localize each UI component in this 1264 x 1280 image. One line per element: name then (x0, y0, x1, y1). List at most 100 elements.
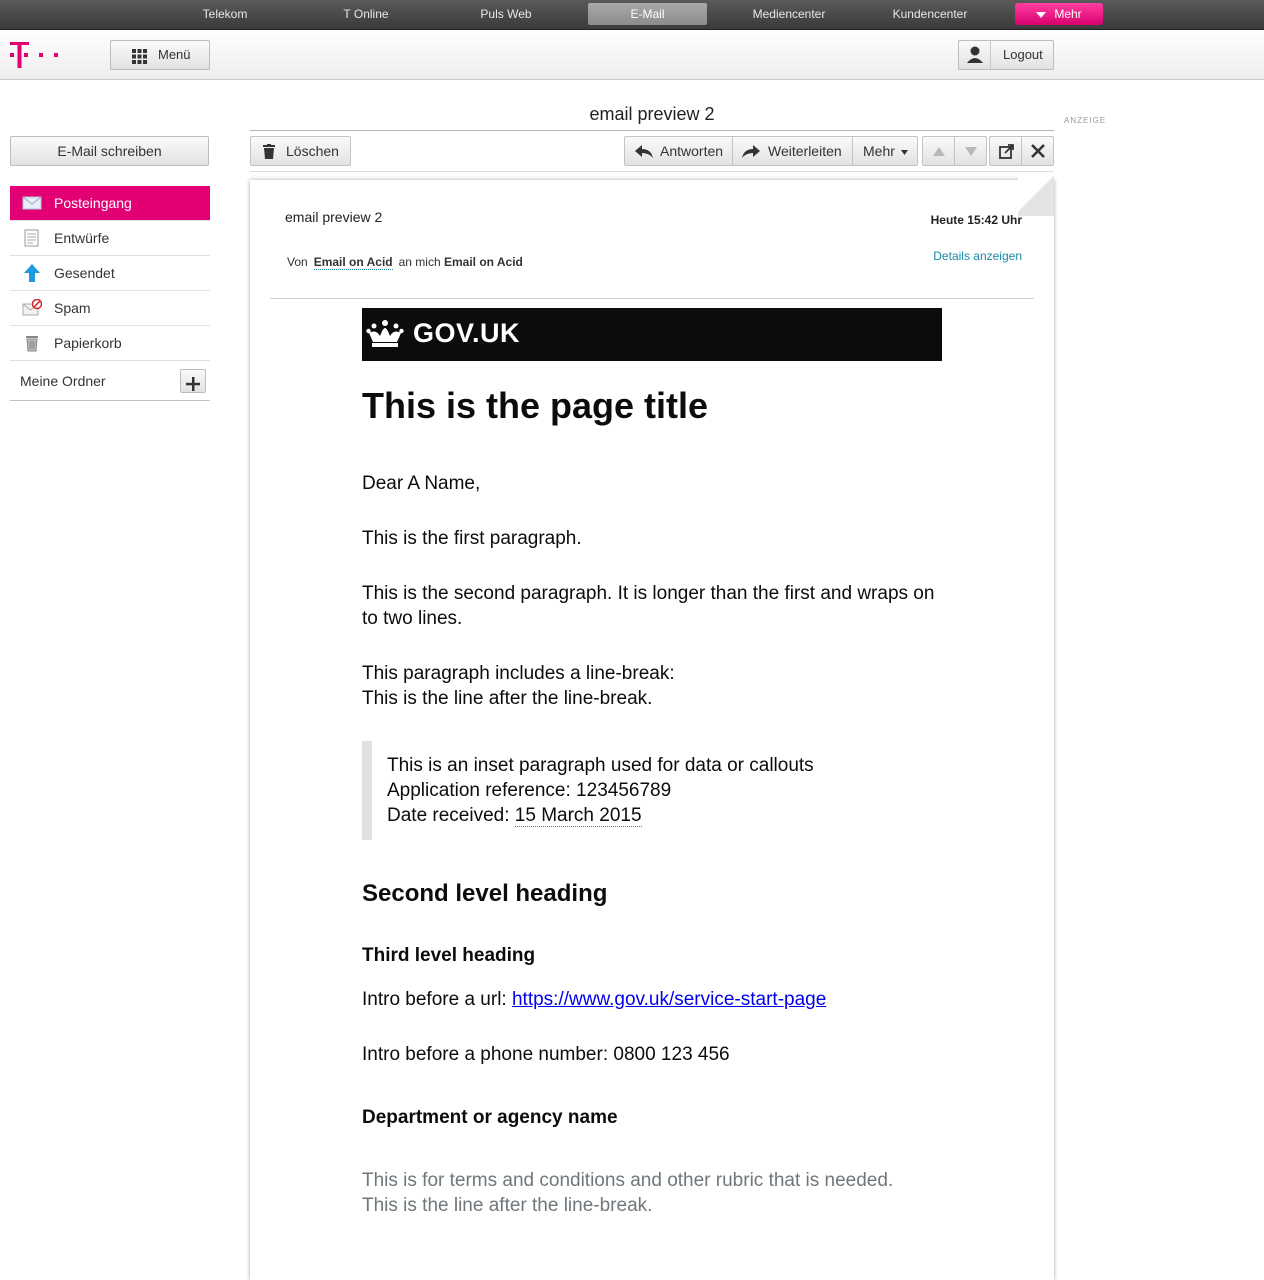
sidebar-item-spam[interactable]: Spam (10, 291, 210, 326)
plus-icon (186, 377, 200, 391)
inset-date-prefix: Date received: (387, 805, 515, 826)
ad-label: ANZEIGE (1064, 116, 1107, 125)
more-button[interactable]: Mehr (852, 136, 918, 166)
delete-button[interactable]: Löschen (250, 136, 351, 166)
sidebar-item-label: Papierkorb (54, 335, 122, 351)
inset-date-link[interactable]: 15 March 2015 (514, 805, 642, 827)
caret-down-icon (901, 150, 908, 155)
service-url-link[interactable]: https://www.gov.uk/service-start-page (512, 989, 826, 1010)
menu-button[interactable]: Menü (110, 40, 210, 70)
recipient-name: Email on Acid (443, 255, 523, 269)
portal-nav-puls-web[interactable]: Puls Web (457, 3, 555, 25)
close-message-button[interactable] (1021, 136, 1054, 166)
header-divider (270, 298, 1034, 299)
govuk-logo-text: GOV.UK (413, 318, 521, 348)
portal-nav-email[interactable]: E-Mail (588, 3, 707, 25)
more-label: Mehr (863, 143, 895, 159)
crown-icon (366, 320, 404, 347)
portal-nav-t-online[interactable]: T Online (317, 3, 415, 25)
caret-down-icon (1036, 11, 1047, 18)
inbox-icon (22, 196, 42, 210)
add-folder-button[interactable] (180, 369, 206, 393)
inset-callout: This is an inset paragraph used for data… (362, 741, 942, 840)
forward-button[interactable]: Weiterleiten (732, 136, 853, 166)
from-prefix: Von (287, 255, 308, 269)
reply-label: Antworten (660, 143, 724, 159)
close-icon (1031, 144, 1045, 158)
my-folders-row: Meine Ordner (10, 361, 210, 401)
sidebar-item-label: Gesendet (54, 265, 115, 281)
url-paragraph: Intro before a url: https://www.gov.uk/s… (362, 987, 942, 1012)
page-curl-decoration (1018, 172, 1054, 216)
inset-line-1: This is an inset paragraph used for data… (387, 755, 814, 776)
logout-button[interactable]: Logout (958, 40, 1054, 70)
forward-icon (742, 145, 760, 158)
phone-paragraph: Intro before a phone number: 0800 123 45… (362, 1042, 942, 1067)
inset-line-3: Date received: 15 March 2015 (387, 803, 942, 828)
sidebar-item-label: Posteingang (54, 195, 132, 211)
my-folders-label: Meine Ordner (20, 373, 106, 389)
portal-more-label: Mehr (1054, 7, 1082, 21)
menu-label: Menü (158, 47, 191, 62)
greeting: Dear A Name, (362, 473, 481, 494)
message-date: Heute 15:42 Uhr (930, 213, 1022, 227)
previous-message-button[interactable] (922, 136, 955, 166)
page-title: email preview 2 (250, 104, 1054, 131)
reply-icon (635, 145, 653, 158)
second-level-heading: Second level heading (362, 880, 608, 907)
phone-intro: Intro before a phone number: (362, 1044, 614, 1065)
telekom-logo-icon[interactable] (10, 42, 65, 68)
paragraph-2: This is the second paragraph. It is long… (362, 583, 935, 629)
rubric-line-2: This is the line after the line-break. (362, 1195, 653, 1216)
sent-icon (24, 264, 40, 282)
next-message-button[interactable] (954, 136, 987, 166)
email-title: This is the page title (362, 385, 709, 426)
toolbar-divider (250, 171, 1054, 172)
sidebar-item-sent[interactable]: Gesendet (10, 256, 210, 291)
rubric-text: This is for terms and conditions and oth… (362, 1168, 942, 1218)
paragraph-3-line-2: This is the line after the line-break. (362, 688, 653, 709)
rubric-line-1: This is for terms and conditions and oth… (362, 1170, 894, 1191)
open-in-new-window-button[interactable] (989, 136, 1022, 166)
message-subject: email preview 2 (285, 209, 383, 225)
sidebar-item-drafts[interactable]: Entwürfe (10, 221, 210, 256)
paragraph-3-line-1: This paragraph includes a line-break: (362, 663, 675, 684)
url-intro: Intro before a url: (362, 989, 512, 1010)
to-prefix: an mich (398, 255, 441, 269)
third-level-heading: Third level heading (362, 945, 536, 966)
trash-icon (26, 336, 38, 352)
spam-icon (22, 299, 42, 316)
folder-list: Posteingang Entwürfe Gesendet Spam Papie… (10, 186, 210, 401)
portal-nav-kundencenter[interactable]: Kundencenter (876, 3, 984, 25)
message-from-line: Von Email on Acid an mich Email on Acid (287, 255, 523, 270)
portal-nav-mediencenter[interactable]: Mediencenter (737, 3, 841, 25)
email-body: GOV.UK This is the page title Dear A Nam… (362, 308, 942, 1218)
show-details-link[interactable]: Details anzeigen (933, 249, 1022, 263)
phone-number: 0800 123 456 (613, 1044, 730, 1065)
app-header: Menü Logout (0, 30, 1264, 80)
reply-button[interactable]: Antworten (624, 136, 733, 166)
compose-email-button[interactable]: E-Mail schreiben (10, 136, 209, 166)
trash-icon (263, 144, 275, 159)
govuk-header: GOV.UK (362, 308, 942, 361)
drafts-icon (24, 229, 39, 247)
grid-icon (132, 49, 147, 64)
paragraph-3: This paragraph includes a line-break: Th… (362, 661, 942, 711)
paragraph-1: This is the first paragraph. (362, 528, 582, 549)
inset-line-2: Application reference: 123456789 (387, 780, 672, 801)
portal-more-button[interactable]: Mehr (1015, 3, 1103, 25)
sender-link[interactable]: Email on Acid (313, 255, 393, 270)
delete-label: Löschen (286, 143, 339, 159)
sidebar-item-trash[interactable]: Papierkorb (10, 326, 210, 361)
sidebar-item-inbox[interactable]: Posteingang (10, 186, 210, 221)
arrow-up-icon (933, 147, 945, 156)
department-name: Department or agency name (362, 1107, 618, 1128)
arrow-down-icon (965, 147, 977, 156)
sidebar-item-label: Entwürfe (54, 230, 110, 246)
portal-nav-telekom[interactable]: Telekom (176, 3, 274, 25)
sidebar-item-label: Spam (54, 300, 91, 316)
portal-nav-bar: Telekom T Online Puls Web E-Mail Medienc… (0, 0, 1264, 30)
forward-label: Weiterleiten (768, 143, 842, 159)
logout-label: Logout (1003, 47, 1043, 62)
message-pane: email preview 2 Heute 15:42 Uhr Von Email… (250, 180, 1054, 1280)
